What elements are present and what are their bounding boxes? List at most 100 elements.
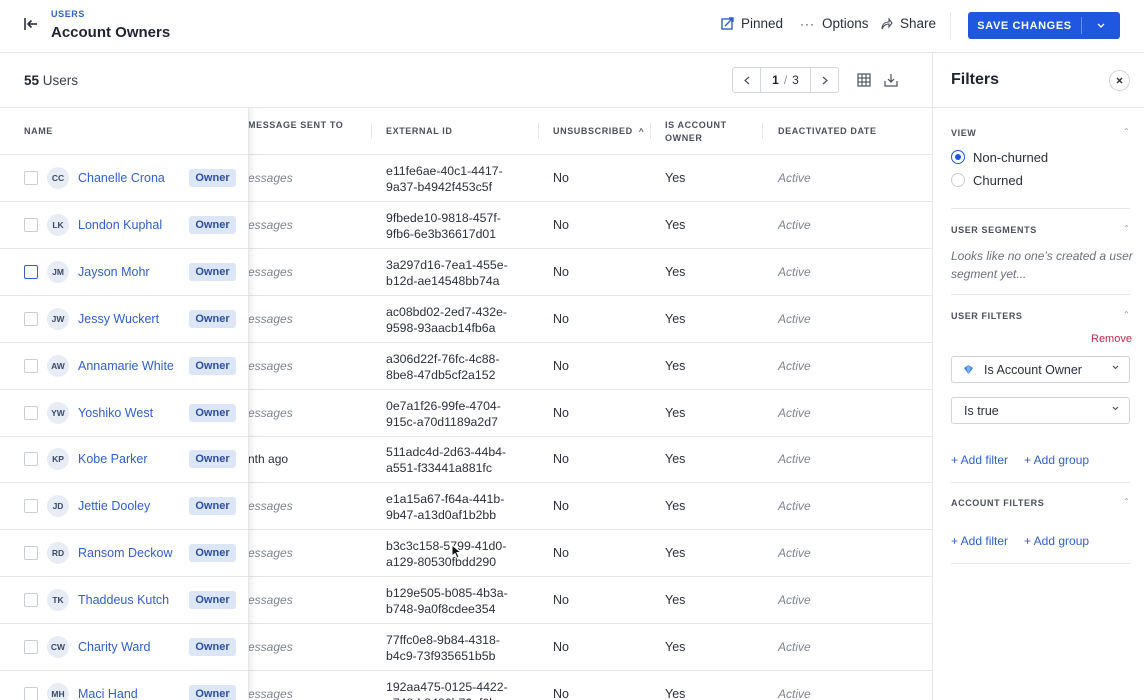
col-message-sent-to[interactable]: MESSAGE SENT TO <box>248 119 343 132</box>
cell-unsubscribed: No <box>553 265 569 279</box>
cell-deactivated-date: Active <box>778 640 811 654</box>
account-filters-label[interactable]: ACCOUNT FILTERS <box>951 498 1044 508</box>
mouse-cursor-icon <box>451 544 462 559</box>
user-name-link[interactable]: Yoshiko West <box>78 406 153 420</box>
download-icon[interactable] <box>884 73 898 87</box>
cell-external-id: a306d22f-76fc-4c88- 8be8-47db5cf2a152 <box>386 352 500 382</box>
page-title: Account Owners <box>51 24 171 41</box>
chevron-up-icon[interactable]: ⌃ <box>1123 310 1130 319</box>
chevron-up-icon[interactable]: ⌃ <box>1123 224 1130 233</box>
breadcrumb[interactable]: USERS <box>51 9 85 19</box>
name-cell: JM Jayson Mohr Owner <box>0 249 249 296</box>
cell-is-account-owner: Yes <box>665 359 686 373</box>
radio-churned[interactable] <box>951 173 965 187</box>
row-checkbox[interactable] <box>24 640 38 654</box>
name-cell: CW Charity Ward Owner <box>0 624 249 671</box>
options-button[interactable]: ··· Options <box>800 16 869 31</box>
cell-unsubscribed: No <box>553 359 569 373</box>
col-deactivated-date[interactable]: DEACTIVATED DATE <box>778 125 877 138</box>
col-external-id[interactable]: EXTERNAL ID <box>386 125 452 138</box>
filter-field-select[interactable]: Is Account Owner <box>951 356 1130 383</box>
save-changes-button[interactable]: SAVE CHANGES <box>968 12 1120 39</box>
row-checkbox[interactable] <box>24 265 38 279</box>
user-name-link[interactable]: Ransom Deckow <box>78 546 172 560</box>
cell-deactivated-date: Active <box>778 359 811 373</box>
share-button[interactable]: Share <box>881 16 936 31</box>
owner-badge: Owner <box>189 357 236 375</box>
radio-label-non-churned[interactable]: Non-churned <box>973 150 1048 165</box>
row-checkbox[interactable] <box>24 687 38 700</box>
owner-badge: Owner <box>189 404 236 422</box>
cell-deactivated-date: Active <box>778 593 811 607</box>
cell-is-account-owner: Yes <box>665 640 686 654</box>
row-checkbox[interactable] <box>24 452 38 466</box>
cell-external-id: 511adc4d-2d63-44b4- a551-f33441a881fc <box>386 445 507 475</box>
owner-badge: Owner <box>189 216 236 234</box>
user-name-link[interactable]: Jettie Dooley <box>78 499 150 513</box>
table-columns-icon[interactable] <box>857 73 871 87</box>
cell-unsubscribed: No <box>553 687 569 700</box>
user-segments-label[interactable]: USER SEGMENTS <box>951 225 1037 235</box>
name-cell: JW Jessy Wuckert Owner <box>0 296 249 343</box>
user-name-link[interactable]: Maci Hand <box>78 687 138 700</box>
row-checkbox[interactable] <box>24 171 38 185</box>
avatar: KP <box>47 448 69 470</box>
user-name-link[interactable]: Jayson Mohr <box>78 265 150 279</box>
name-cell: LK London Kuphal Owner <box>0 202 249 249</box>
cell-message-sent-to: essages <box>248 312 293 326</box>
avatar: JW <box>47 308 69 330</box>
close-filters-button[interactable] <box>1109 70 1130 91</box>
view-section-label[interactable]: VIEW <box>951 128 976 138</box>
row-checkbox[interactable] <box>24 312 38 326</box>
user-name-link[interactable]: Kobe Parker <box>78 452 147 466</box>
add-account-group-link[interactable]: + Add group <box>1024 534 1089 548</box>
user-name-link[interactable]: London Kuphal <box>78 218 162 232</box>
save-dropdown-toggle[interactable] <box>1082 23 1120 28</box>
avatar: AW <box>47 355 69 377</box>
filter-condition-select[interactable]: Is true <box>951 397 1130 424</box>
user-name-link[interactable]: Thaddeus Kutch <box>78 593 169 607</box>
prev-page-button[interactable] <box>733 68 760 92</box>
avatar: RD <box>47 542 69 564</box>
owner-badge: Owner <box>189 591 236 609</box>
row-checkbox[interactable] <box>24 593 38 607</box>
collapse-sidebar-icon[interactable] <box>23 16 39 32</box>
row-checkbox[interactable] <box>24 359 38 373</box>
row-checkbox[interactable] <box>24 499 38 513</box>
cell-is-account-owner: Yes <box>665 546 686 560</box>
radio-non-churned[interactable] <box>951 150 965 164</box>
col-unsubscribed[interactable]: UNSUBSCRIBED ^ <box>553 125 644 138</box>
remove-filter-link[interactable]: Remove <box>1091 333 1132 345</box>
chevron-up-icon[interactable]: ⌃ <box>1123 497 1130 506</box>
avatar: LK <box>47 214 69 236</box>
row-checkbox[interactable] <box>24 546 38 560</box>
add-account-filter-link[interactable]: + Add filter <box>951 534 1008 548</box>
cell-unsubscribed: No <box>553 546 569 560</box>
cell-is-account-owner: Yes <box>665 312 686 326</box>
next-page-button[interactable] <box>811 68 838 92</box>
col-is-account-owner[interactable]: IS ACCOUNT OWNER <box>665 119 727 145</box>
user-filters-label[interactable]: USER FILTERS <box>951 311 1023 321</box>
pin-icon <box>721 17 734 30</box>
row-checkbox[interactable] <box>24 218 38 232</box>
total-pages: 3 <box>792 73 799 87</box>
user-name-link[interactable]: Chanelle Crona <box>78 171 165 185</box>
user-name-link[interactable]: Jessy Wuckert <box>78 312 159 326</box>
filters-panel: Filters VIEW ⌃ Non-churned Churned USER … <box>932 53 1144 700</box>
cell-message-sent-to: essages <box>248 499 293 513</box>
col-name[interactable]: NAME <box>24 125 53 138</box>
user-name-link[interactable]: Annamarie White <box>78 359 174 373</box>
cell-message-sent-to: essages <box>248 406 293 420</box>
add-user-group-link[interactable]: + Add group <box>1024 453 1089 467</box>
add-user-filter-link[interactable]: + Add filter <box>951 453 1008 467</box>
avatar: YW <box>47 402 69 424</box>
segments-empty-message: Looks like no one's created a user segme… <box>951 249 1133 281</box>
chevron-up-icon[interactable]: ⌃ <box>1123 127 1130 136</box>
row-checkbox[interactable] <box>24 406 38 420</box>
filter-field-value: Is Account Owner <box>984 362 1082 377</box>
radio-label-churned[interactable]: Churned <box>973 173 1023 188</box>
user-name-link[interactable]: Charity Ward <box>78 640 150 654</box>
pinned-button[interactable]: Pinned <box>721 16 783 31</box>
close-icon <box>1116 77 1123 84</box>
pinned-label: Pinned <box>741 16 784 31</box>
